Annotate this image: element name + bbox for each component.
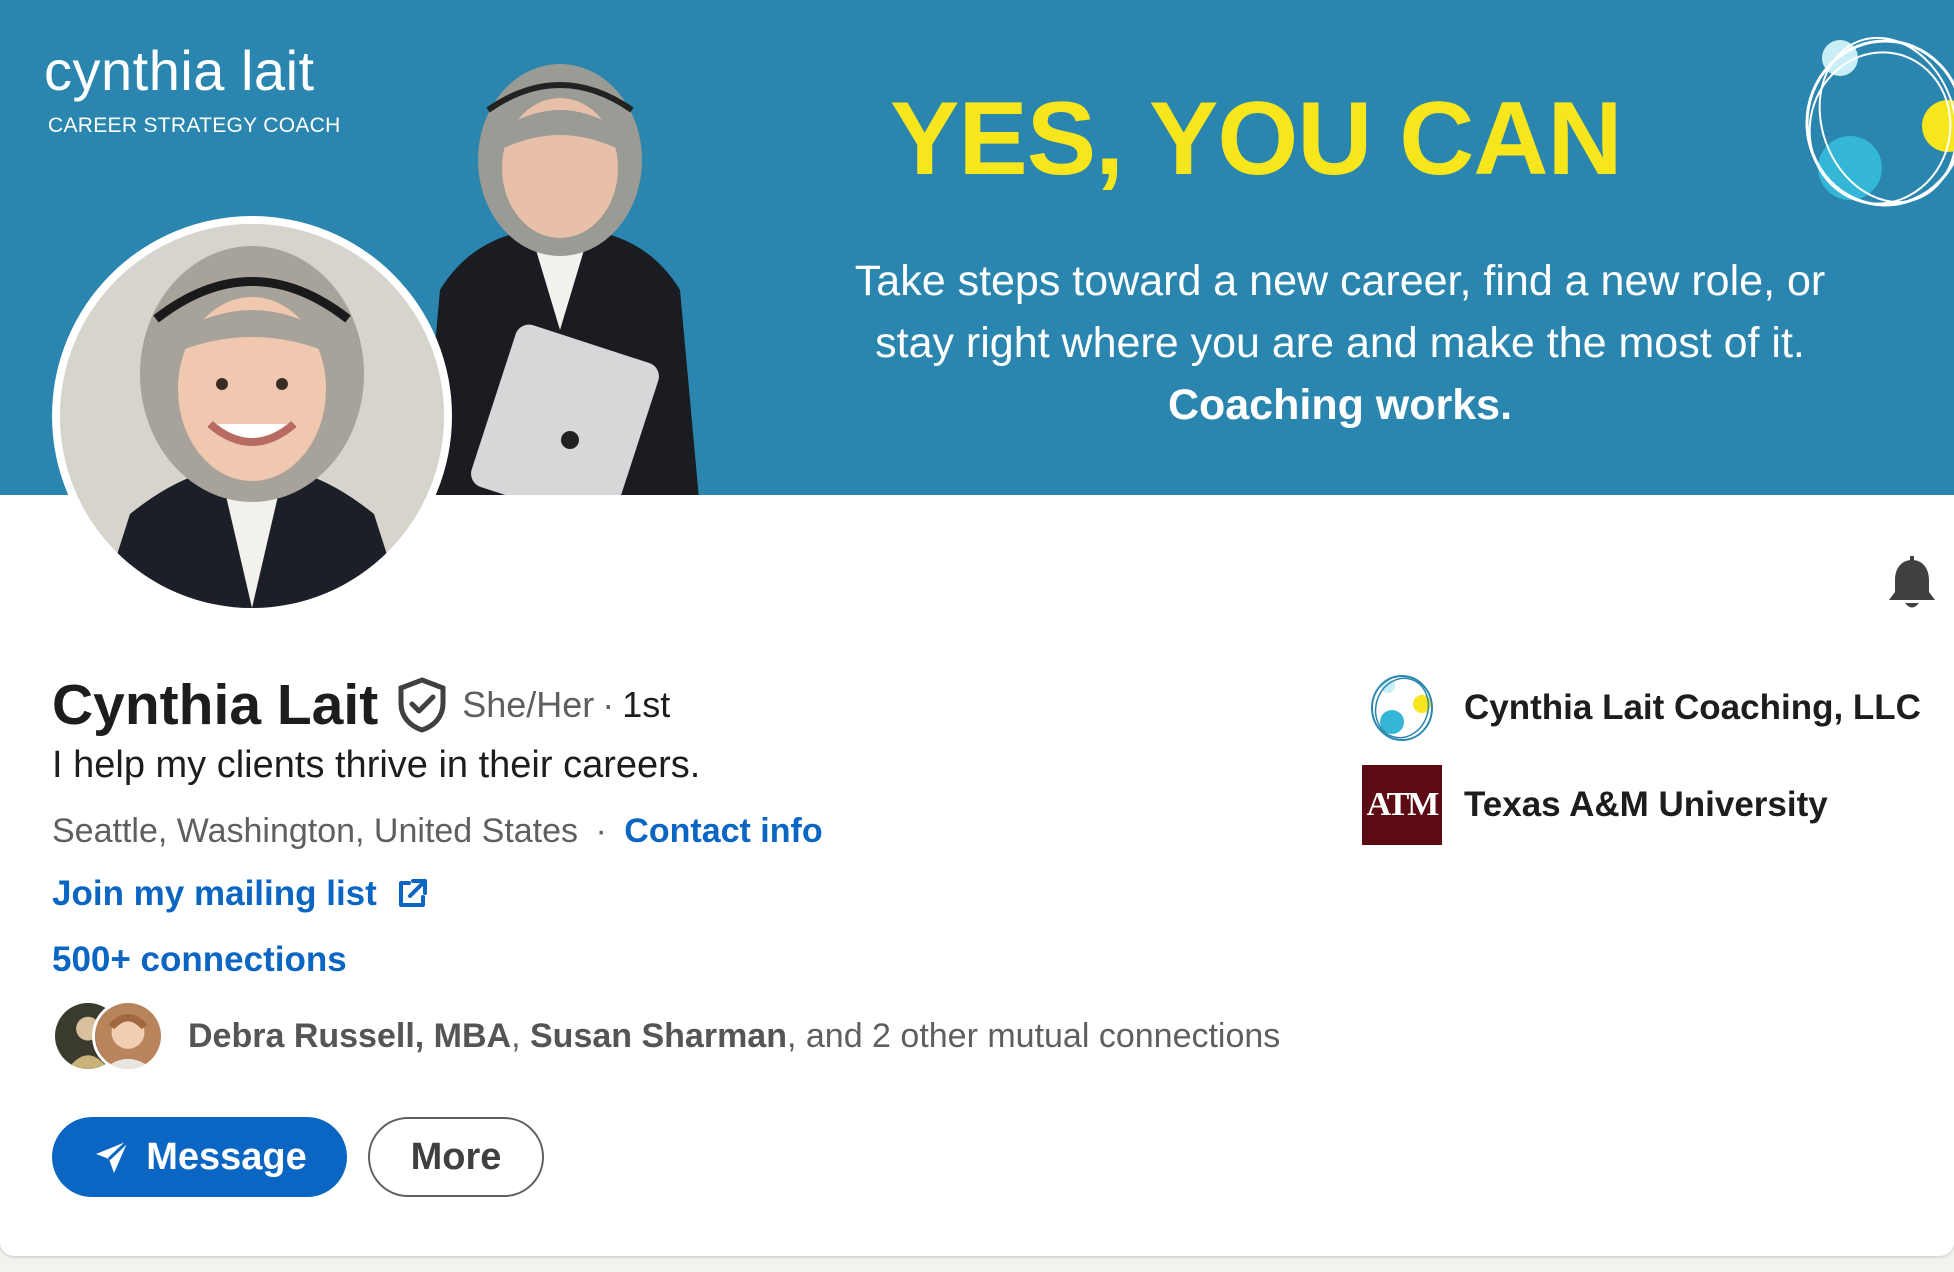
mutual-connections[interactable]: Debra Russell, MBA, Susan Sharman, and 2… bbox=[52, 1000, 1280, 1072]
mutual-name-1: Debra Russell, MBA bbox=[188, 1016, 512, 1055]
separator-dot: · bbox=[602, 684, 615, 725]
school-logo-text: ATM bbox=[1366, 786, 1440, 823]
banner-headline: YES, YOU CAN bbox=[890, 81, 1623, 197]
profile-pronouns: She/Her bbox=[462, 684, 595, 725]
mailing-list-label: Join my mailing list bbox=[52, 874, 377, 913]
profile-avatar[interactable] bbox=[52, 216, 452, 616]
location-separator: · bbox=[595, 812, 607, 850]
message-button[interactable]: Message bbox=[52, 1117, 347, 1197]
company-logo bbox=[1362, 668, 1442, 748]
banner-tagline-line2: stay right where you are and make the mo… bbox=[875, 319, 1805, 367]
banner-tagline-strong: Coaching works. bbox=[1167, 381, 1513, 429]
mutual-connections-text: Debra Russell, MBA, Susan Sharman, and 2… bbox=[188, 1016, 1281, 1055]
current-company[interactable]: Cynthia Lait Coaching, LLC bbox=[1362, 668, 1921, 748]
bell-icon[interactable] bbox=[1884, 556, 1940, 612]
mutual-avatars bbox=[52, 1000, 164, 1072]
profile-location: Seattle, Washington, United States bbox=[52, 812, 579, 850]
mutual-avatar-2 bbox=[92, 1000, 164, 1072]
contact-info-link[interactable]: Contact info bbox=[624, 812, 822, 850]
banner-brand-name: cynthia lait bbox=[44, 39, 315, 102]
mailing-list-link[interactable]: Join my mailing list bbox=[52, 874, 429, 914]
school-logo: ATM bbox=[1362, 765, 1442, 845]
education-school[interactable]: ATM Texas A&M University bbox=[1362, 765, 1828, 845]
mutual-rest: , and 2 other mutual connections bbox=[786, 1016, 1281, 1055]
more-button-label: More bbox=[410, 1135, 502, 1178]
banner-brand-tagline: CAREER STRATEGY COACH bbox=[48, 114, 341, 137]
location-row: Seattle, Washington, United States · Con… bbox=[52, 812, 823, 851]
banner-tagline-line1: Take steps toward a new career, find a n… bbox=[854, 257, 1826, 305]
name-row: Cynthia Lait She/Her · 1st bbox=[52, 672, 670, 738]
banner-logo-rings bbox=[1805, 36, 1954, 207]
school-name: Texas A&M University bbox=[1464, 785, 1828, 824]
profile-headline: I help my clients thrive in their career… bbox=[52, 744, 701, 786]
profile-name: Cynthia Lait bbox=[52, 673, 379, 737]
send-icon bbox=[96, 1139, 130, 1173]
connection-degree: 1st bbox=[622, 684, 671, 725]
company-name: Cynthia Lait Coaching, LLC bbox=[1464, 688, 1921, 727]
banner-tagline: Take steps toward a new career, find a n… bbox=[800, 250, 1880, 436]
connections-link[interactable]: 500+ connections bbox=[52, 940, 347, 980]
profile-card: cynthia lait CAREER STRATEGY COACH YES, … bbox=[0, 0, 1954, 1256]
external-link-icon bbox=[398, 879, 427, 907]
avatar-image bbox=[60, 224, 444, 608]
verified-shield-icon[interactable] bbox=[396, 677, 448, 733]
more-button[interactable]: More bbox=[368, 1117, 544, 1197]
message-button-label: Message bbox=[146, 1135, 307, 1178]
mutual-name-2: Susan Sharman bbox=[530, 1016, 787, 1055]
